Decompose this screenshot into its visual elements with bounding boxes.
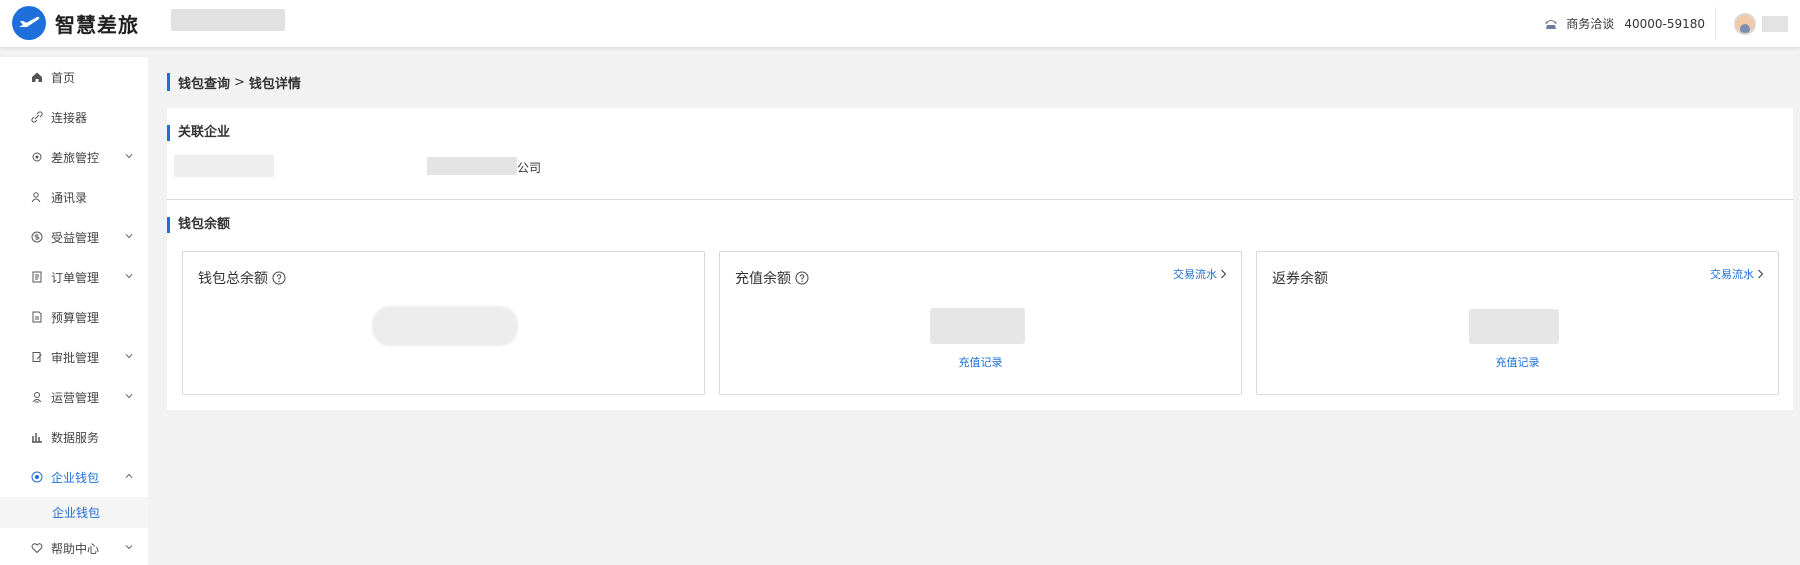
company-name-suffix: 公司	[517, 161, 542, 175]
operations-icon	[32, 392, 42, 403]
chevron-down-icon[interactable]	[124, 151, 134, 161]
card-title-text: 钱包总余额	[198, 271, 268, 287]
sidebar-item-home[interactable]: 首页	[0, 57, 148, 97]
sidebar-item-label: 帮助中心	[51, 541, 100, 556]
phone-icon	[1545, 19, 1558, 29]
brand-logo[interactable]: 智慧差旅	[12, 6, 139, 40]
plane-logo-icon	[12, 6, 46, 40]
recharge-record-link[interactable]: 充值记录	[1257, 354, 1778, 370]
recharge-record-link[interactable]: 充值记录	[720, 354, 1241, 370]
brand-name: 智慧差旅	[55, 12, 139, 37]
recharge-balance-amount-blurred	[930, 308, 1025, 344]
chevron-right-icon	[1221, 269, 1227, 279]
sidebar-item-label: 连接器	[51, 110, 88, 125]
sidebar-item-label: 首页	[51, 70, 76, 85]
coupon-balance-amount-blurred	[1469, 309, 1559, 344]
link-icon	[31, 111, 43, 123]
header-blurred-field	[171, 9, 285, 31]
sidebar-item-label: 企业钱包	[51, 470, 100, 485]
sidebar-item-label: 预算管理	[51, 310, 100, 325]
chevron-down-icon[interactable]	[124, 351, 134, 361]
sidebar-item-help-center[interactable]: 帮助中心	[0, 528, 148, 565]
transaction-flow-label: 交易流水	[1173, 268, 1217, 281]
wallet-section-title: 钱包余额	[167, 217, 230, 233]
chevron-down-icon[interactable]	[124, 542, 134, 552]
transaction-flow-link[interactable]: 交易流水	[1710, 266, 1764, 282]
company-name-blurred	[427, 157, 517, 175]
company-id-blurred	[174, 155, 274, 177]
contacts-icon	[31, 192, 41, 203]
settings-icon	[32, 152, 42, 162]
header-divider	[1715, 6, 1716, 41]
budget-icon	[32, 311, 42, 323]
wallet-detail-panel: 关联企业 公司 钱包余额 钱包总余额 充值余额 交易流水 充值记录 返券余额 交…	[167, 108, 1793, 410]
chevron-right-icon	[1758, 269, 1764, 279]
sidebar-item-data-service[interactable]: 数据服务	[0, 417, 148, 457]
help-icon[interactable]	[272, 271, 286, 285]
sidebar-item-label: 差旅管控	[51, 150, 100, 165]
home-icon	[32, 72, 42, 82]
sidebar-item-label: 通讯录	[51, 190, 88, 205]
sidebar-item-enterprise-wallet[interactable]: 企业钱包	[0, 457, 148, 497]
sidebar-item-orders[interactable]: 订单管理	[0, 257, 148, 297]
sidebar-item-contacts[interactable]: 通讯录	[0, 177, 148, 217]
total-balance-card: 钱包总余额	[182, 251, 705, 395]
sidebar-item-connector[interactable]: 连接器	[0, 97, 148, 137]
transaction-flow-link[interactable]: 交易流水	[1173, 266, 1227, 282]
recharge-balance-card: 充值余额 交易流水 充值记录	[719, 251, 1242, 395]
sidebar-item-operations[interactable]: 运营管理	[0, 377, 148, 417]
sidebar-item-label: 数据服务	[51, 430, 100, 445]
chart-icon	[32, 433, 42, 443]
sidebar-item-label: 审批管理	[51, 350, 100, 365]
breadcrumb: 钱包查询 > 钱包详情	[167, 73, 301, 92]
breadcrumb-separator: >	[234, 74, 245, 90]
company-section-title: 关联企业	[167, 125, 230, 141]
order-icon	[32, 271, 42, 283]
breadcrumb-parent[interactable]: 钱包查询	[178, 73, 230, 92]
sidebar-subitem-label: 企业钱包	[52, 506, 101, 520]
sidebar-item-travel-control[interactable]: 差旅管控	[0, 137, 148, 177]
balance-cards: 钱包总余额 充值余额 交易流水 充值记录 返券余额 交易流水 充值记录	[182, 251, 1779, 395]
sidebar: 首页 连接器 差旅管控 通讯录 受益管理 订单管理 预算管理 审批管理 运营管理	[0, 57, 148, 565]
chevron-up-icon[interactable]	[124, 471, 134, 481]
header-right: 商务洽谈 40000-59180	[1544, 0, 1800, 47]
coupon-balance-card: 返券余额 交易流水 充值记录	[1256, 251, 1779, 395]
sidebar-item-approval[interactable]: 审批管理	[0, 337, 148, 377]
sidebar-item-benefit[interactable]: 受益管理	[0, 217, 148, 257]
heart-icon	[31, 543, 43, 554]
hotline-number: 40000-59180	[1624, 16, 1705, 31]
sidebar-item-label: 订单管理	[51, 270, 100, 285]
avatar[interactable]	[1734, 12, 1756, 35]
sidebar-item-label: 受益管理	[51, 230, 100, 245]
card-title: 钱包总余额	[198, 268, 286, 288]
breadcrumb-current: 钱包详情	[248, 76, 301, 92]
card-title-text: 返券余额	[1272, 271, 1328, 287]
user-name-blurred[interactable]	[1762, 15, 1788, 32]
sidebar-subitem-enterprise-wallet[interactable]: 企业钱包	[0, 497, 148, 528]
chevron-down-icon[interactable]	[124, 271, 134, 281]
card-title: 充值余额	[735, 268, 809, 288]
transaction-flow-label: 交易流水	[1710, 268, 1754, 281]
card-title: 返券余额	[1272, 268, 1328, 288]
company-row: 公司	[174, 155, 574, 177]
sidebar-item-label: 运营管理	[51, 390, 100, 405]
card-title-text: 充值余额	[735, 271, 791, 287]
approval-icon	[32, 352, 42, 362]
wallet-icon	[31, 471, 43, 483]
dollar-icon	[31, 231, 43, 243]
help-icon[interactable]	[795, 271, 809, 285]
total-balance-amount-blurred	[372, 306, 518, 346]
sidebar-item-budget[interactable]: 预算管理	[0, 297, 148, 337]
hotline-label: 商务洽谈	[1566, 17, 1615, 31]
chevron-down-icon[interactable]	[124, 391, 134, 401]
chevron-down-icon[interactable]	[124, 231, 134, 241]
section-divider	[167, 199, 1793, 200]
top-header: 智慧差旅 商务洽谈 40000-59180	[0, 0, 1800, 47]
